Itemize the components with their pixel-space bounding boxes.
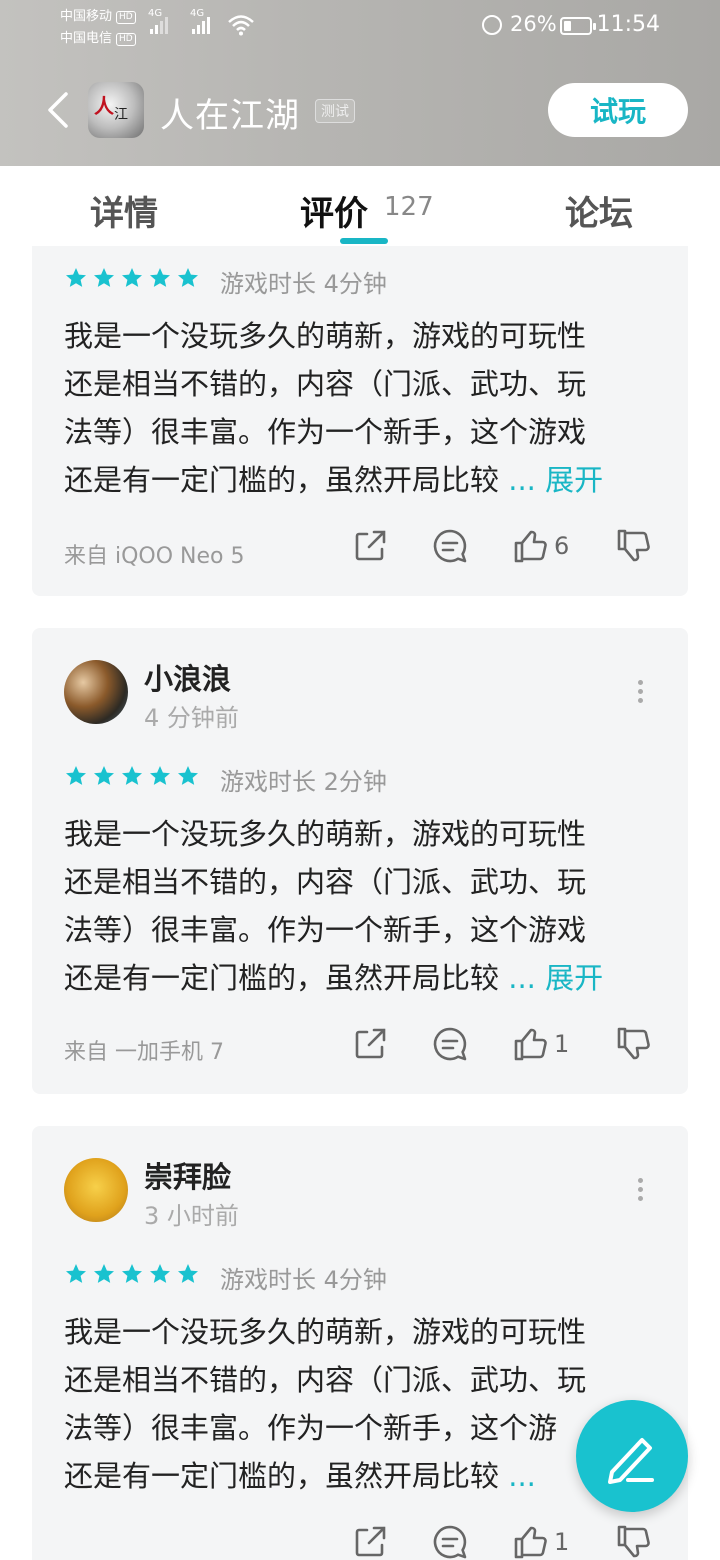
thumbs-up-icon <box>514 1526 547 1559</box>
review-text[interactable]: 我是一个没玩多久的萌新，游戏的可玩性 还是相当不错的，内容（门派、武功、玩 法等… <box>64 810 656 1002</box>
thumbs-down-icon[interactable] <box>613 1024 653 1064</box>
thumbs-up-icon <box>514 530 547 563</box>
try-play-button[interactable]: 试玩 <box>548 83 688 137</box>
playtime: 游戏时长 4分钟 <box>220 270 387 298</box>
thumbs-up-icon <box>514 1028 547 1061</box>
star-icon <box>150 268 170 287</box>
write-review-button[interactable] <box>576 1400 688 1512</box>
like-button[interactable]: 6 <box>510 526 569 566</box>
device-label: 来自 一加手机 7 <box>64 1040 224 1065</box>
expand-link[interactable]: 展开 <box>545 961 603 995</box>
tab-indicator <box>340 238 388 244</box>
more-options-icon[interactable] <box>638 680 644 706</box>
share-icon[interactable] <box>350 1522 390 1560</box>
carrier-1: 中国移动 <box>60 9 113 24</box>
beta-badge: 测试 <box>315 99 355 123</box>
review-time: 4 分钟前 <box>144 704 239 732</box>
app-icon: 人江 <box>88 82 144 138</box>
app-title: 人在江湖 <box>160 96 300 136</box>
battery-icon <box>560 17 596 35</box>
star-icon <box>66 766 86 785</box>
rating-stars <box>64 266 200 290</box>
device-label: 来自 iQOO Neo 5 <box>64 544 245 569</box>
hd-badge: HD <box>116 10 136 24</box>
thumbs-down-icon[interactable] <box>613 526 653 566</box>
comment-icon[interactable] <box>430 1024 470 1064</box>
review-actions: 6 <box>350 526 653 566</box>
alarm-icon <box>482 15 502 35</box>
reviews-count: 127 <box>384 192 434 222</box>
signal-icon: 4G <box>148 8 168 34</box>
star-icon <box>150 1264 170 1283</box>
star-icon <box>94 268 114 287</box>
user-avatar[interactable] <box>64 1158 128 1222</box>
carrier-2: 中国电信 <box>60 31 113 46</box>
username[interactable]: 崇拜脸 <box>144 1154 231 1196</box>
star-icon <box>122 1264 142 1283</box>
wifi-icon <box>228 15 254 36</box>
review-text[interactable]: 我是一个没玩多久的萌新，游戏的可玩性 还是相当不错的，内容（门派、武功、玩 法等… <box>64 1308 656 1500</box>
expand-link[interactable]: 展开 <box>545 463 603 497</box>
pencil-icon <box>608 1438 654 1484</box>
star-icon <box>178 766 198 785</box>
thumbs-down-icon[interactable] <box>613 1522 653 1560</box>
signal-icon: 4G <box>190 8 210 34</box>
share-icon[interactable] <box>350 1024 390 1064</box>
star-icon <box>66 268 86 287</box>
review-actions: 1 <box>350 1522 653 1560</box>
back-arrow-icon[interactable] <box>44 90 74 130</box>
tab-reviews[interactable]: 评价 <box>300 186 368 235</box>
tab-forum[interactable]: 论坛 <box>565 186 633 235</box>
battery-percent: 26% <box>510 12 557 36</box>
tab-details[interactable]: 详情 <box>90 186 158 235</box>
clock: 11:54 <box>596 12 660 37</box>
comment-icon[interactable] <box>430 1522 470 1560</box>
username[interactable]: 小浪浪 <box>144 656 231 698</box>
star-icon <box>150 766 170 785</box>
like-count: 1 <box>554 1528 570 1556</box>
star-icon <box>94 1264 114 1283</box>
star-icon <box>122 766 142 785</box>
comment-icon[interactable] <box>430 526 470 566</box>
carrier-info: 中国移动 HD 中国电信 HD <box>60 6 136 50</box>
review-text[interactable]: 我是一个没玩多久的萌新，游戏的可玩性 还是相当不错的，内容（门派、武功、玩 法等… <box>64 312 656 504</box>
rating-stars <box>64 764 200 788</box>
like-button[interactable]: 1 <box>510 1024 569 1064</box>
star-icon <box>122 268 142 287</box>
star-icon <box>66 1264 86 1283</box>
share-icon[interactable] <box>350 526 390 566</box>
reviews-list[interactable]: 游戏时长 4分钟 我是一个没玩多久的萌新，游戏的可玩性 还是相当不错的，内容（门… <box>0 246 720 1560</box>
star-icon <box>178 1264 198 1283</box>
user-avatar[interactable] <box>64 660 128 724</box>
like-count: 1 <box>554 1030 570 1058</box>
star-icon <box>178 268 198 287</box>
review-card: 游戏时长 4分钟 我是一个没玩多久的萌新，游戏的可玩性 还是相当不错的，内容（门… <box>32 246 688 596</box>
hd-badge: HD <box>116 32 136 46</box>
playtime: 游戏时长 2分钟 <box>220 768 387 796</box>
review-time: 3 小时前 <box>144 1202 239 1230</box>
review-actions: 1 <box>350 1024 653 1064</box>
rating-stars <box>64 1262 200 1286</box>
playtime: 游戏时长 4分钟 <box>220 1266 387 1294</box>
app-header: 中国移动 HD 中国电信 HD 4G 4G 26% 11:54 人江 人在江湖 测试… <box>0 0 720 166</box>
like-button[interactable]: 1 <box>510 1522 569 1560</box>
review-card: 小浪浪 4 分钟前 游戏时长 2分钟 我是一个没玩多久的萌新，游戏的可玩性 还是… <box>32 628 688 1094</box>
like-count: 6 <box>554 532 570 560</box>
more-options-icon[interactable] <box>638 1178 644 1204</box>
star-icon <box>94 766 114 785</box>
